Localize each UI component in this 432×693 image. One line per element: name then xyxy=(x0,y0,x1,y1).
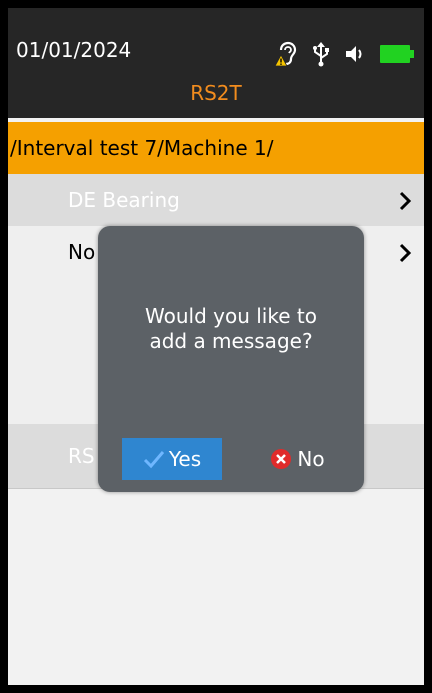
checkmark-icon xyxy=(143,451,164,469)
dialog-message-line2: add a message? xyxy=(149,329,313,353)
usb-icon xyxy=(312,41,330,67)
dialog-message-line1: Would you like to xyxy=(145,304,317,328)
battery-icon xyxy=(380,45,414,63)
date-label: 01/01/2024 xyxy=(16,38,132,62)
close-icon xyxy=(271,449,292,469)
device-name: RS2T xyxy=(190,81,242,105)
status-icons xyxy=(274,41,414,67)
dialog-message: Would you like to add a message? xyxy=(98,304,364,354)
no-button[interactable]: No xyxy=(248,438,348,480)
list-item-label: RS xyxy=(68,444,95,468)
list-item[interactable]: DE Bearing xyxy=(8,174,424,227)
path-breadcrumb: /Interval test 7/Machine 1/ xyxy=(8,122,424,174)
speaker-icon xyxy=(344,43,366,65)
add-message-dialog: Would you like to add a message? Yes No xyxy=(98,226,364,492)
yes-button[interactable]: Yes xyxy=(122,438,222,480)
yes-button-label: Yes xyxy=(168,447,202,471)
list-item-label: DE Bearing xyxy=(68,188,180,212)
path-text: /Interval test 7/Machine 1/ xyxy=(10,136,274,160)
no-button-label: No xyxy=(297,447,325,471)
ear-warning-icon xyxy=(274,41,298,67)
chevron-right-icon xyxy=(399,243,412,263)
list-item-label: No xyxy=(68,240,96,264)
device-screen: 01/01/2024 RS2T /Interval test 7/Machine… xyxy=(8,8,424,685)
status-bar: 01/01/2024 RS2T xyxy=(8,8,424,118)
chevron-right-icon xyxy=(399,191,412,211)
